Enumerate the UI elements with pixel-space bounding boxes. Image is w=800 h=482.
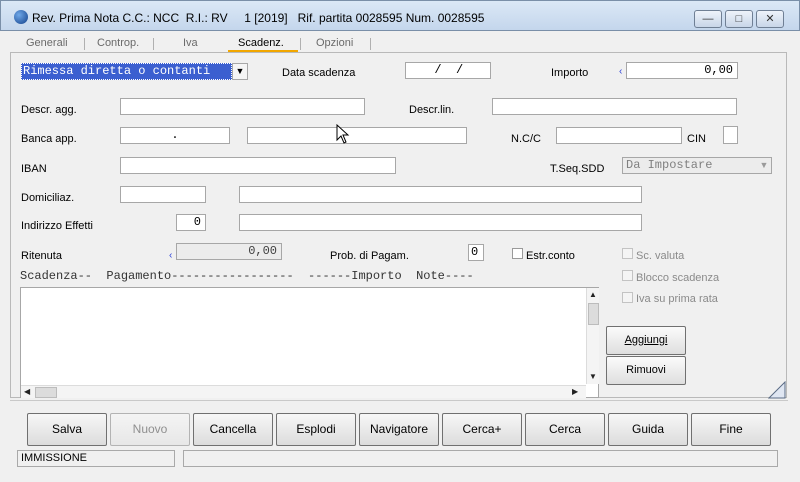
blocco-scadenza-checkbox[interactable] [622,270,633,281]
currency-marker-icon: ‹ [619,66,623,77]
cancella-button[interactable]: Cancella [193,413,273,446]
banca-app-label: Banca app. [21,133,77,145]
vertical-scroll-thumb[interactable] [588,303,599,325]
maximize-button[interactable]: □ [725,10,753,28]
tab-opzioni[interactable]: Opzioni [316,37,353,49]
tseq-sdd-label: T.Seq.SDD [550,163,605,175]
sc-valuta-checkbox[interactable] [622,248,633,259]
currency-marker-icon: ‹ [169,250,173,261]
list-header: Scadenza-- Pagamento----------------- --… [20,269,474,283]
fine-button[interactable]: Fine [691,413,771,446]
navigatore-button[interactable]: Navigatore [359,413,439,446]
aggiungi-label: Aggiungi [624,334,668,346]
status-mode: IMMISSIONE [17,450,175,467]
esplodi-button[interactable]: Esplodi [276,413,356,446]
importo-field[interactable]: 0,00 [626,62,738,79]
tab-divider [84,38,85,50]
data-scadenza-label: Data scadenza [282,67,356,79]
payment-type-dropdown-button[interactable]: ▼ [232,63,248,80]
guida-button[interactable]: Guida [608,413,688,446]
minimize-button[interactable]: — [694,10,722,28]
descr-agg-label: Descr. agg. [21,104,77,116]
cerca-plus-button[interactable]: Cerca+ [442,413,522,446]
descr-lin-label: Descr.lin. [409,104,455,116]
rimuovi-button[interactable]: Rimuovi [606,356,686,385]
data-scadenza-field[interactable]: / / [405,62,491,79]
indirizzo-effetti-desc-field[interactable] [239,214,642,231]
domiciliaz-code-field[interactable] [120,186,206,203]
importo-label: Importo [551,67,589,79]
domiciliaz-desc-field[interactable] [239,186,642,203]
indirizzo-effetti-label: Indirizzo Effetti [21,220,93,232]
chevron-down-icon: ▼ [235,66,245,76]
close-button[interactable]: ✕ [756,10,784,28]
banca-app-code-field[interactable]: . [120,127,230,144]
iva-prima-rata-label: Iva su prima rata [636,293,718,305]
status-message [183,450,778,467]
iban-field[interactable] [120,157,396,174]
tseq-sdd-chevron-icon: ▼ [759,160,769,170]
tab-divider [153,38,154,50]
tab-iva[interactable]: Iva [183,37,198,49]
tab-generali[interactable]: Generali [26,37,68,49]
cin-label: CIN [687,133,706,145]
scroll-left-icon[interactable]: ◀ [24,387,30,396]
tab-scadenz[interactable]: Scadenz. [238,37,284,49]
descr-lin-field[interactable] [492,98,737,115]
nuovo-button[interactable]: Nuovo [110,413,190,446]
prob-pagam-label: Prob. di Pagam. [330,250,409,262]
tab-divider [370,38,371,50]
scroll-up-icon[interactable]: ▲ [589,290,597,299]
rimuovi-label: Rimuovi [626,364,666,376]
indirizzo-effetti-code-field[interactable]: 0 [176,214,206,231]
window-title: Rev. Prima Nota C.C.: NCC R.I.: RV 1 [20… [32,11,485,25]
salva-button[interactable]: Salva [27,413,107,446]
cin-field[interactable] [723,126,738,144]
iban-label: IBAN [21,163,47,175]
scroll-right-icon[interactable]: ▶ [572,387,578,396]
estr-conto-checkbox[interactable] [512,248,523,259]
scroll-down-icon[interactable]: ▼ [589,372,597,381]
domiciliaz-label: Domiciliaz. [21,192,75,204]
horizontal-scrollbar[interactable]: ◀ ▶ [21,385,586,398]
tab-controp[interactable]: Controp. [97,37,139,49]
cerca-button[interactable]: Cerca [525,413,605,446]
ritenuta-label: Ritenuta [21,250,62,262]
blocco-scadenza-label: Blocco scadenza [636,272,720,284]
descr-agg-field[interactable] [120,98,365,115]
horizontal-scroll-thumb[interactable] [35,387,57,398]
tab-divider [300,38,301,50]
payment-type-select[interactable]: Rimessa diretta o contanti [21,63,232,80]
aggiungi-button[interactable]: Aggiungi [606,326,686,355]
prob-pagam-field[interactable]: 0 [468,244,484,261]
mouse-cursor-icon [336,123,350,147]
vertical-scrollbar[interactable]: ▲ ▼ [586,288,599,384]
ritenuta-field: 0,00 [176,243,282,260]
estr-conto-label: Estr.conto [526,250,575,262]
tseq-sdd-select[interactable]: Da Impostare [622,157,772,174]
app-icon [14,10,28,24]
sc-valuta-label: Sc. valuta [636,250,685,262]
scadenze-list[interactable] [20,287,599,398]
ncc-label: N.C/C [511,133,541,145]
banca-app-desc-field[interactable] [247,127,467,144]
resize-grip-icon[interactable] [767,380,786,402]
iva-prima-rata-checkbox[interactable] [622,292,633,303]
divider [10,400,788,401]
ncc-field[interactable] [556,127,682,144]
